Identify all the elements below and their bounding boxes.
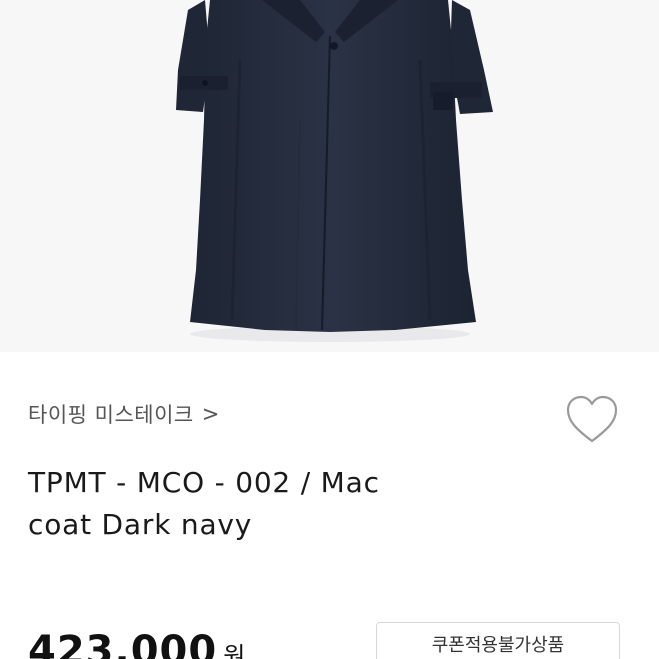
price-value: 423,000: [28, 628, 218, 659]
brand-link[interactable]: 타이핑 미스테이크 >: [28, 399, 220, 429]
product-title: TPMT - MCO - 002 / Mac coat Dark navy: [28, 466, 380, 541]
coat-illustration: [0, 0, 659, 352]
product-price: 423,000 원: [28, 628, 246, 659]
chevron-right-icon: >: [201, 402, 220, 426]
product-detail-page: 타이핑 미스테이크 > TPMT - MCO - 002 / Mac coat …: [0, 0, 659, 659]
brand-name: 타이핑 미스테이크: [28, 403, 194, 427]
heart-outline-icon: [566, 395, 618, 443]
like-button[interactable]: [562, 393, 622, 449]
product-image[interactable]: [0, 0, 659, 352]
coupon-unavailable-button[interactable]: 쿠폰적용불가상품: [376, 622, 620, 659]
price-unit: 원: [223, 642, 247, 659]
